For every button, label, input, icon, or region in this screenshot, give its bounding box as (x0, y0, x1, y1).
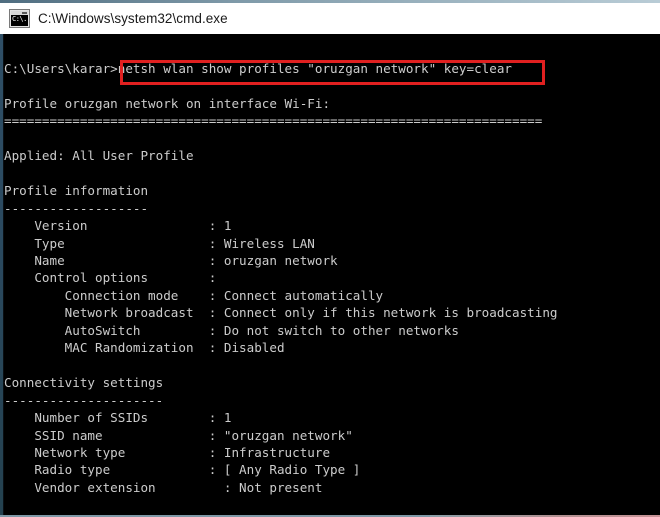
window-left-border-inner (3, 34, 4, 517)
window-titlebar[interactable]: C:\. C:\Windows\system32\cmd.exe (0, 3, 660, 34)
console-output-area[interactable]: C:\Users\karar>netsh wlan show profiles … (0, 34, 660, 517)
window-title: C:\Windows\system32\cmd.exe (38, 11, 228, 26)
cmd-icon: C:\. (10, 10, 29, 27)
cmd-icon-prompt-glyph: C:\. (12, 15, 27, 24)
cmd-window: C:\. C:\Windows\system32\cmd.exe C:\User… (0, 0, 660, 517)
console-text: C:\Users\karar>netsh wlan show profiles … (4, 60, 558, 517)
